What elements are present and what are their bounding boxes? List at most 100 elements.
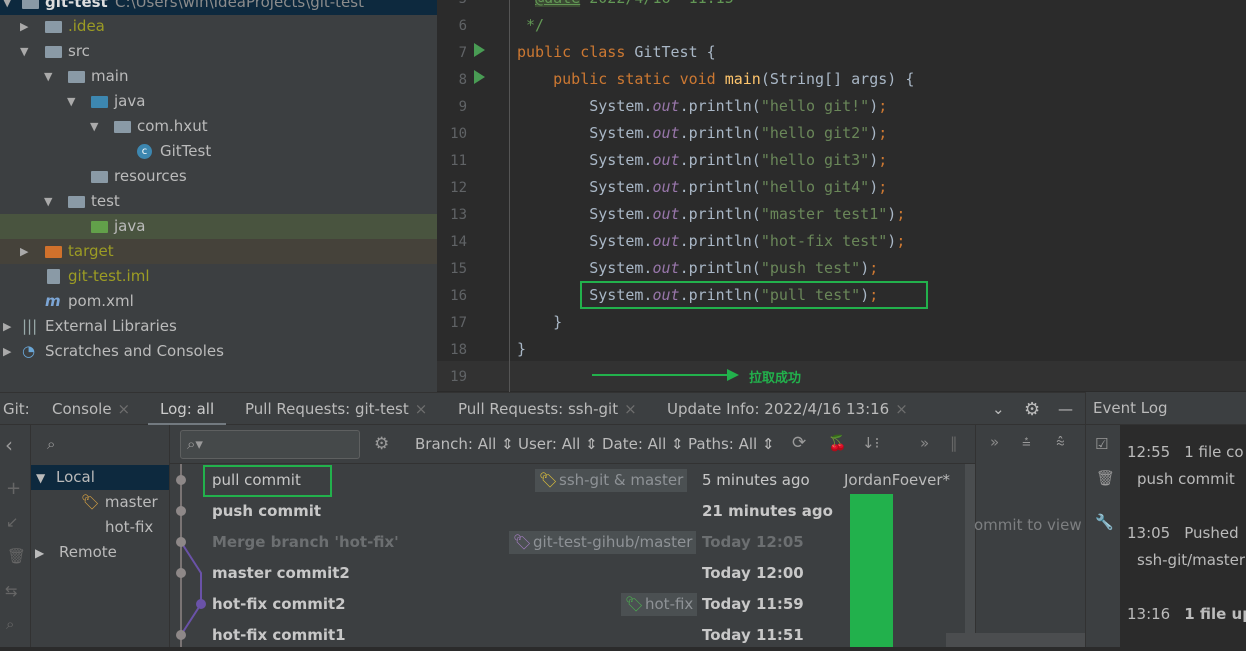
scratches-icon: ◔ bbox=[22, 342, 36, 360]
tree-item-test[interactable]: ▼ test bbox=[0, 189, 437, 214]
tree-label: GitTest bbox=[160, 142, 212, 160]
tree-item-idea[interactable]: ▶ .idea bbox=[0, 14, 437, 39]
minimize-icon[interactable]: — bbox=[1058, 393, 1073, 426]
expand-all-icon[interactable]: ⩮ bbox=[1022, 433, 1031, 451]
module-icon bbox=[22, 0, 39, 9]
plus-icon[interactable]: + bbox=[6, 478, 21, 499]
code-line: System.out.println("hello git4"); bbox=[517, 178, 888, 196]
tree-item-test-java[interactable]: java bbox=[0, 214, 437, 239]
tab-update-info[interactable]: Update Info: 2022/4/16 13:16 × bbox=[667, 393, 908, 426]
event-detail[interactable]: ssh-git/master bbox=[1137, 551, 1245, 569]
close-icon[interactable]: × bbox=[624, 400, 637, 418]
branch-group-remote[interactable]: ▶ Remote bbox=[35, 540, 117, 566]
date-filter[interactable]: Date: All ⇕ bbox=[602, 435, 684, 453]
tree-label: External Libraries bbox=[45, 317, 177, 335]
gear-icon[interactable]: ⚙ bbox=[374, 434, 389, 454]
tab-pull-requests-git-test[interactable]: Pull Requests: git-test × bbox=[245, 393, 427, 426]
more-icon[interactable]: » bbox=[920, 434, 929, 452]
expand-arrow-icon[interactable]: ▼ bbox=[3, 0, 11, 15]
commit-message: Merge branch 'hot-fix' bbox=[212, 533, 399, 551]
close-icon[interactable]: × bbox=[415, 400, 428, 418]
tree-item-gittest[interactable]: c GitTest bbox=[0, 139, 437, 164]
filter-label: Paths: All bbox=[688, 435, 758, 453]
checkout-icon[interactable]: ↙ bbox=[6, 513, 19, 531]
commit-date: 5 minutes ago bbox=[702, 471, 810, 489]
branch-hot-fix[interactable]: hot-fix bbox=[105, 515, 153, 540]
run-icon[interactable] bbox=[474, 43, 485, 57]
wrench-icon[interactable]: 🔧 bbox=[1095, 513, 1114, 531]
tree-item-package[interactable]: ▼ com.hxut bbox=[0, 114, 437, 139]
tree-item-libraries[interactable]: ▶ ||| External Libraries bbox=[0, 314, 437, 339]
tree-item-resources[interactable]: resources bbox=[0, 164, 437, 189]
trash-icon[interactable]: 🗑 bbox=[1096, 469, 1115, 487]
code-line: */ bbox=[517, 16, 545, 34]
tab-label: Pull Requests: ssh-git bbox=[458, 400, 619, 418]
commit-date: Today 11:51 bbox=[702, 626, 804, 644]
cherry-pick-icon[interactable]: 🍒 bbox=[828, 434, 847, 452]
run-icon[interactable] bbox=[474, 70, 485, 84]
event-detail[interactable]: push commit bbox=[1137, 470, 1235, 488]
commit-message: hot-fix commit1 bbox=[212, 626, 346, 644]
commit-message: push commit bbox=[212, 502, 322, 520]
chevron-down-icon[interactable]: ⌄ bbox=[992, 393, 1005, 426]
commit-details-panel: » ⩮ ⩯ ommit to view bbox=[946, 425, 1246, 647]
code-editor[interactable]: 5 @date 2022/4/16 11:15 6 */ 7 public class… bbox=[437, 0, 1246, 392]
mark-read-icon[interactable]: ☑ bbox=[1095, 435, 1108, 453]
event-log-toolbar: ☑ 🗑 🔧 bbox=[1085, 425, 1120, 647]
refresh-icon[interactable]: ⟳ bbox=[792, 433, 806, 453]
merge-icon[interactable]: ⇆ bbox=[5, 582, 18, 600]
tab-label: Log: all bbox=[160, 400, 215, 418]
more-icon[interactable]: » bbox=[990, 433, 999, 451]
code-line: System.out.println("hello git2"); bbox=[517, 124, 888, 142]
tree-root[interactable]: ▼ git-test C:\Users\win\IdeaProjects\git… bbox=[0, 0, 437, 15]
search-icon[interactable]: ⌕ bbox=[6, 615, 14, 633]
tree-item-iml[interactable]: git-test.iml bbox=[0, 264, 437, 289]
tag-icon: 🏷 bbox=[539, 471, 559, 489]
gear-icon[interactable]: ⚙ bbox=[1024, 393, 1040, 426]
tab-console[interactable]: Console × bbox=[52, 393, 130, 426]
code-line: } bbox=[517, 340, 527, 358]
branch-filter[interactable]: Branch: All ⇕ bbox=[415, 435, 514, 453]
tree-label: resources bbox=[114, 167, 187, 185]
code-line: public static void main(String[] args) { bbox=[553, 70, 915, 88]
tab-log-all[interactable]: Log: all bbox=[148, 393, 227, 426]
source-folder-icon bbox=[91, 96, 108, 108]
event-log-title: Event Log bbox=[1085, 392, 1246, 425]
folder-icon bbox=[68, 71, 85, 83]
chevron-left-icon[interactable]: ‹ bbox=[5, 433, 13, 457]
tree-label: .idea bbox=[68, 17, 105, 35]
ref-label: 🏷 git-test-gihub/master bbox=[509, 531, 697, 554]
tree-item-java[interactable]: ▼ java bbox=[0, 89, 437, 114]
trash-icon[interactable]: 🗑 bbox=[7, 547, 26, 565]
tree-item-scratches[interactable]: ▶ ◔ Scratches and Consoles bbox=[0, 339, 437, 364]
user-filter[interactable]: User: All ⇕ bbox=[518, 435, 598, 453]
close-icon[interactable]: × bbox=[118, 400, 131, 418]
code-line: @date 2022/4/16 11:15 bbox=[517, 0, 734, 7]
scrollbar[interactable] bbox=[965, 464, 975, 647]
event-entry: 13:05 Pushed bbox=[1127, 524, 1239, 542]
sort-icon[interactable]: ↓⁝ bbox=[862, 434, 879, 452]
tree-item-main[interactable]: ▼ main bbox=[0, 64, 437, 89]
commit-message: master commit2 bbox=[212, 564, 350, 582]
project-tree: ▼ git-test C:\Users\win\IdeaProjects\git… bbox=[0, 0, 437, 392]
line-number: 5 bbox=[437, 0, 467, 7]
branch-label: master bbox=[104, 493, 158, 511]
tree-item-target[interactable]: ▶ target bbox=[0, 239, 437, 264]
pause-icon[interactable]: ‖ bbox=[950, 434, 958, 452]
branch-master[interactable]: 🏷 master bbox=[81, 490, 158, 515]
search-icon[interactable]: ⌕ bbox=[47, 435, 55, 453]
paths-filter[interactable]: Paths: All ⇕ bbox=[688, 435, 775, 453]
close-icon[interactable]: × bbox=[895, 400, 908, 418]
tab-pull-requests-ssh-git[interactable]: Pull Requests: ssh-git × bbox=[458, 393, 637, 426]
commit-row[interactable]: pull commit 🏷 ssh-git & master 5 minutes … bbox=[170, 465, 975, 497]
git-tool-window-tabs: Git: Console × Log: all Pull Requests: gi… bbox=[0, 392, 1085, 426]
line-number: 17 bbox=[450, 315, 467, 331]
search-icon: ⌕▾ bbox=[187, 435, 203, 453]
branch-group-local[interactable]: ▼ Local bbox=[31, 465, 169, 490]
folder-icon bbox=[45, 21, 62, 33]
log-search-input[interactable]: ⌕▾ bbox=[180, 430, 360, 459]
redaction-block bbox=[850, 494, 893, 647]
tree-item-pom[interactable]: m pom.xml bbox=[0, 289, 437, 314]
collapse-all-icon[interactable]: ⩯ bbox=[1056, 433, 1065, 451]
tree-item-src[interactable]: ▼ src bbox=[0, 39, 437, 64]
